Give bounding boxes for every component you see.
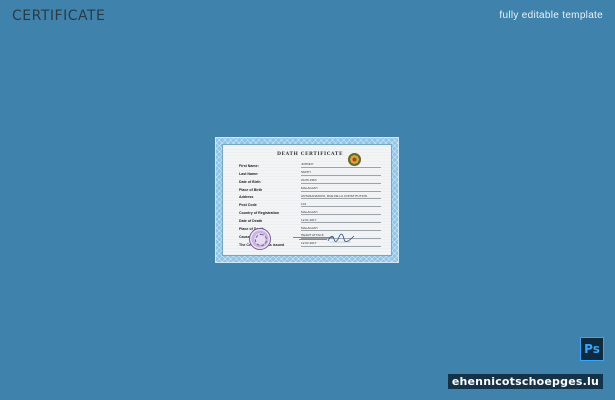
tagline: fully editable template xyxy=(499,10,603,21)
field-row: Country of Registration MALAGASY xyxy=(239,207,381,216)
field-row: Place of Birth MALAGASY xyxy=(239,184,381,192)
field-row: Post Code 101 xyxy=(239,199,381,208)
page-title: CERTIFICATE xyxy=(12,8,106,24)
signature-icon xyxy=(327,233,355,243)
field-value: JOHNNY xyxy=(301,162,381,168)
field-value: 101 xyxy=(301,202,381,208)
field-value: MALAGASY xyxy=(301,186,381,192)
field-label: Country of Registration xyxy=(239,211,280,216)
field-label: Last Name: xyxy=(239,171,259,176)
field-label: Post Code xyxy=(239,203,257,208)
field-value: 12.01.2017 xyxy=(301,218,381,224)
field-row: Last Name: SMITH xyxy=(239,168,381,176)
official-seal-icon xyxy=(249,228,271,250)
emblem-icon xyxy=(348,153,361,166)
field-label: Address xyxy=(239,195,254,200)
field-value: MALAGASY xyxy=(301,210,381,216)
field-value: ANTANANARIVO, RUE DE LA CONSTITUTION xyxy=(301,194,381,200)
field-value: MALAGASY xyxy=(301,226,381,232)
field-row: Date of Death 12.01.2017 xyxy=(239,215,381,224)
field-row: Address ANTANANARIVO, RUE DE LA CONSTITU… xyxy=(239,192,381,200)
field-label: Date of Birth xyxy=(239,179,261,184)
field-value: SMITH xyxy=(301,170,381,176)
field-label: First Name: xyxy=(239,163,259,168)
field-row: Date of Birth 20.05.1963 xyxy=(239,176,381,184)
photoshop-icon: Ps xyxy=(580,337,604,361)
field-label: Place of Birth xyxy=(239,187,263,192)
field-label: Place of Death xyxy=(239,227,264,232)
site-watermark: ehennicotschoepges.lu xyxy=(447,374,603,389)
certificate-mockup: DEATH CERTIFICATE First Name: JOHNNY Las… xyxy=(215,137,399,263)
field-value: 20.05.1963 xyxy=(301,178,381,184)
field-label: Date of Death xyxy=(239,219,263,224)
certificate-paper: DEATH CERTIFICATE First Name: JOHNNY Las… xyxy=(222,144,392,256)
